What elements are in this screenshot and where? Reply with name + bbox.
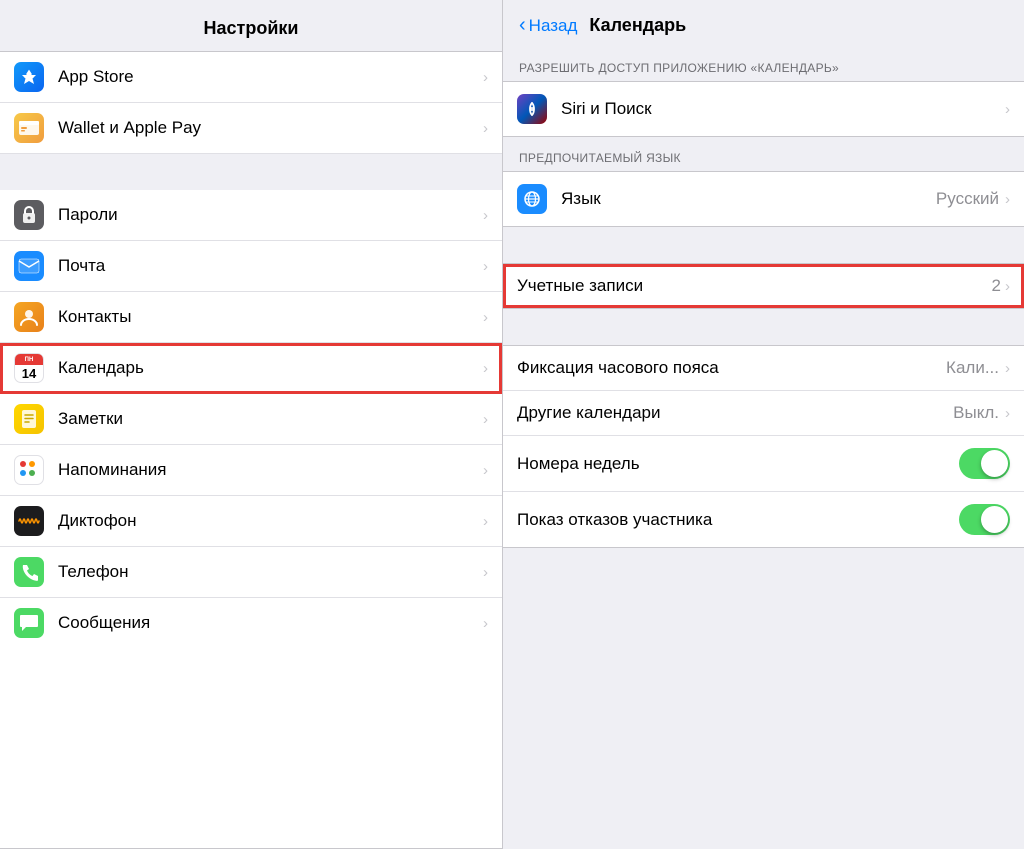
right-content: РАЗРЕШИТЬ ДОСТУП ПРИЛОЖЕНИЮ «КАЛЕНДАРЬ» … xyxy=(503,47,1024,849)
chevron-icon: › xyxy=(483,462,488,479)
siri-label: Siri и Поиск xyxy=(561,99,1005,119)
calendar-icon: ПН 14 xyxy=(14,353,44,383)
timezone-item[interactable]: Фиксация часового пояса Кали... › xyxy=(503,346,1024,391)
chevron-icon: › xyxy=(483,615,488,632)
calendar-label: Календарь xyxy=(58,358,483,378)
settings-item-calendar[interactable]: ПН 14 Календарь › xyxy=(0,343,502,394)
settings-item-notes[interactable]: Заметки › xyxy=(0,394,502,445)
reminders-icon xyxy=(14,455,44,485)
chevron-icon: › xyxy=(483,69,488,86)
chevron-icon: › xyxy=(483,360,488,377)
phone-label: Телефон xyxy=(58,562,483,582)
right-panel: ‹ Назад Календарь РАЗРЕШИТЬ ДОСТУП ПРИЛО… xyxy=(503,0,1024,849)
chevron-icon: › xyxy=(483,258,488,275)
settings-item-reminders[interactable]: Напоминания › xyxy=(0,445,502,496)
chevron-icon: › xyxy=(1005,101,1010,118)
chevron-icon: › xyxy=(1005,278,1010,295)
passwords-icon xyxy=(14,200,44,230)
chevron-icon: › xyxy=(483,120,488,137)
voice-icon xyxy=(14,506,44,536)
back-chevron-icon: ‹ xyxy=(519,14,526,37)
accounts-badge: 2 xyxy=(992,276,1001,296)
other-calendars-label: Другие календари xyxy=(517,403,953,423)
divider2 xyxy=(503,309,1024,345)
messages-icon xyxy=(14,608,44,638)
mail-icon xyxy=(14,251,44,281)
chevron-icon: › xyxy=(483,411,488,428)
passwords-label: Пароли xyxy=(58,205,483,225)
settings-item-passwords[interactable]: Пароли › xyxy=(0,190,502,241)
wallet-icon xyxy=(14,113,44,143)
settings-item-messages[interactable]: Сообщения › xyxy=(0,598,502,648)
accounts-label: Учетные записи xyxy=(517,276,992,296)
messages-label: Сообщения xyxy=(58,613,483,633)
notes-label: Заметки xyxy=(58,409,483,429)
chevron-icon: › xyxy=(1005,360,1010,377)
contacts-icon xyxy=(14,302,44,332)
chevron-icon: › xyxy=(483,309,488,326)
section-header-language: ПРЕДПОЧИТАЕМЫЙ ЯЗЫК xyxy=(503,137,1024,171)
access-list: Siri и Поиск › xyxy=(503,81,1024,137)
timezone-label: Фиксация часового пояса xyxy=(517,358,946,378)
week-numbers-label: Номера недель xyxy=(517,454,959,474)
toggle-thumb xyxy=(981,450,1008,477)
section-separator xyxy=(0,154,502,190)
appstore-icon xyxy=(14,62,44,92)
appstore-label: App Store xyxy=(58,67,483,87)
siri-item[interactable]: Siri и Поиск › xyxy=(503,82,1024,136)
toggle-thumb2 xyxy=(981,506,1008,533)
other-calendars-value: Выкл. xyxy=(953,403,999,423)
settings-item-phone[interactable]: Телефон › xyxy=(0,547,502,598)
decline-invites-item[interactable]: Показ отказов участника xyxy=(503,492,1024,547)
back-button[interactable]: ‹ Назад xyxy=(519,14,577,37)
settings-item-contacts[interactable]: Контакты › xyxy=(0,292,502,343)
right-header: ‹ Назад Календарь xyxy=(503,0,1024,47)
accounts-item[interactable]: Учетные записи 2 › xyxy=(503,264,1024,308)
week-numbers-toggle[interactable] xyxy=(959,448,1010,479)
other-settings-list: Фиксация часового пояса Кали... › Другие… xyxy=(503,345,1024,548)
voice-label: Диктофон xyxy=(58,511,483,531)
reminders-label: Напоминания xyxy=(58,460,483,480)
chevron-icon: › xyxy=(483,513,488,530)
settings-item-appstore[interactable]: App Store › xyxy=(0,52,502,103)
settings-item-wallet[interactable]: Wallet и Apple Pay › xyxy=(0,103,502,154)
language-icon xyxy=(517,184,547,214)
chevron-icon: › xyxy=(483,207,488,224)
siri-icon xyxy=(517,94,547,124)
notes-icon xyxy=(14,404,44,434)
chevron-icon: › xyxy=(1005,191,1010,208)
language-value: Русский xyxy=(936,189,999,209)
settings-title: Настройки xyxy=(0,0,502,51)
other-calendars-item[interactable]: Другие календари Выкл. › xyxy=(503,391,1024,436)
phone-icon xyxy=(14,557,44,587)
contacts-label: Контакты xyxy=(58,307,483,327)
settings-item-mail[interactable]: Почта › xyxy=(0,241,502,292)
settings-list: App Store › Wallet и Apple Pay › xyxy=(0,51,502,849)
week-numbers-item[interactable]: Номера недель xyxy=(503,436,1024,492)
mail-label: Почта xyxy=(58,256,483,276)
left-panel: Настройки App Store › W xyxy=(0,0,503,849)
chevron-icon: › xyxy=(483,564,488,581)
accounts-list: Учетные записи 2 › xyxy=(503,263,1024,309)
divider xyxy=(503,227,1024,263)
language-list: Язык Русский › xyxy=(503,171,1024,227)
settings-item-voice[interactable]: Диктофон › xyxy=(0,496,502,547)
right-panel-title: Календарь xyxy=(589,15,686,36)
timezone-value: Кали... xyxy=(946,358,999,378)
language-item[interactable]: Язык Русский › xyxy=(503,172,1024,226)
chevron-icon: › xyxy=(1005,405,1010,422)
section-header-access: РАЗРЕШИТЬ ДОСТУП ПРИЛОЖЕНИЮ «КАЛЕНДАРЬ» xyxy=(503,47,1024,81)
decline-invites-toggle[interactable] xyxy=(959,504,1010,535)
wallet-label: Wallet и Apple Pay xyxy=(58,118,483,138)
language-label: Язык xyxy=(561,189,936,209)
decline-invites-label: Показ отказов участника xyxy=(517,510,959,530)
back-label: Назад xyxy=(529,16,578,36)
